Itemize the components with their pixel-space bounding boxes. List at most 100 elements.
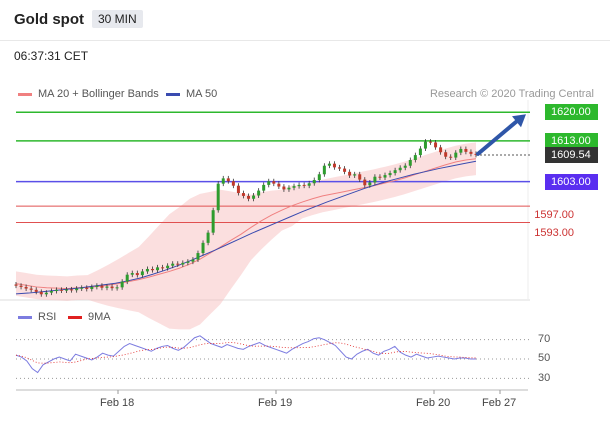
rsi-level-30: 30 xyxy=(538,372,551,384)
candle-body xyxy=(353,174,357,176)
chart-canvas[interactable] xyxy=(0,0,610,425)
x-tick-feb18: Feb 18 xyxy=(100,397,135,409)
candle-body xyxy=(403,165,407,168)
candle-body xyxy=(54,289,58,292)
candle-body xyxy=(444,152,448,157)
candle-body xyxy=(171,263,175,266)
candle-body xyxy=(181,262,185,265)
candle-body xyxy=(211,210,215,233)
candle-body xyxy=(343,168,347,172)
candle-body xyxy=(49,291,53,293)
candle-body xyxy=(277,183,281,187)
candle-body xyxy=(363,179,367,186)
rsi-line xyxy=(15,335,476,374)
candle-body xyxy=(80,287,84,289)
candle-body xyxy=(459,148,463,153)
candle-body xyxy=(383,175,387,178)
legend-9ma-swatch xyxy=(68,315,82,319)
candle-body xyxy=(201,242,205,254)
candle-body xyxy=(90,286,94,289)
candle-body xyxy=(267,181,271,185)
candle-body xyxy=(358,174,362,180)
candle-body xyxy=(429,141,433,143)
candle-body xyxy=(348,171,352,176)
candle-body xyxy=(216,183,220,211)
candle-body xyxy=(307,183,311,186)
candle-body xyxy=(226,178,230,182)
candle-body xyxy=(292,186,296,188)
candle-body xyxy=(464,148,468,152)
level-label-1593: 1593.00 xyxy=(534,227,574,239)
candle-body xyxy=(110,286,114,289)
candle-body xyxy=(221,178,225,184)
legend-rsi-swatch xyxy=(18,315,32,319)
candle-body xyxy=(231,181,235,186)
rsi-level-70: 70 xyxy=(538,333,551,345)
candle-body xyxy=(59,289,63,291)
candle-body xyxy=(161,267,165,269)
candle-body xyxy=(120,281,124,288)
candle-body xyxy=(454,152,458,158)
candle-body xyxy=(14,284,18,286)
candle-body xyxy=(373,176,377,183)
candle-body xyxy=(125,274,129,282)
candle-body xyxy=(34,289,38,292)
candle-body xyxy=(338,167,342,169)
candle-body xyxy=(434,142,438,148)
rsi-level-50: 50 xyxy=(538,352,551,364)
legend-rsi-label: RSI xyxy=(38,311,57,323)
candle-body xyxy=(241,193,245,196)
candle-body xyxy=(196,253,200,260)
candle-body xyxy=(19,285,23,287)
candle-body xyxy=(378,176,382,178)
candle-body xyxy=(70,289,74,291)
candle-body xyxy=(24,286,28,289)
rsi-ma9-line xyxy=(15,342,477,364)
forecast-arrow-shaft xyxy=(476,118,520,156)
candle-body xyxy=(191,259,195,262)
candle-body xyxy=(44,292,48,295)
level-label-1597: 1597.00 xyxy=(534,209,574,221)
candle-body xyxy=(449,156,453,158)
candle-body xyxy=(29,288,33,290)
candle-body xyxy=(150,268,154,271)
candle-body xyxy=(39,291,43,295)
candle-body xyxy=(65,289,69,291)
candle-body xyxy=(469,151,473,154)
candle-body xyxy=(186,261,190,263)
candle-body xyxy=(206,232,210,243)
candle-body xyxy=(145,268,149,272)
candle-body xyxy=(75,288,79,291)
candle-body xyxy=(408,160,412,166)
candle-body xyxy=(418,148,422,156)
candle-body xyxy=(105,286,109,288)
candle-body xyxy=(368,182,372,186)
candle-body xyxy=(176,263,180,265)
candle-body xyxy=(312,180,316,184)
candle-body xyxy=(398,167,402,171)
candle-body xyxy=(156,267,160,271)
last-price-label: 1609.54 xyxy=(545,146,598,163)
candle-body xyxy=(332,163,336,168)
candle-body xyxy=(236,185,240,194)
candle-body xyxy=(140,271,144,276)
level-label-1620: 1620.00 xyxy=(545,104,598,121)
legend-9ma-label: 9MA xyxy=(88,311,111,323)
candle-body xyxy=(423,141,427,149)
candle-body xyxy=(247,195,251,199)
legend-rsi: RSI xyxy=(18,311,56,323)
candle-body xyxy=(302,184,306,186)
candle-body xyxy=(166,265,170,269)
candle-body xyxy=(262,184,266,191)
candle-body xyxy=(327,163,331,166)
x-tick-feb27: Feb 27 xyxy=(482,397,517,409)
candle-body xyxy=(287,187,291,190)
candle-body xyxy=(388,173,392,176)
x-tick-feb19: Feb 19 xyxy=(258,397,293,409)
candle-body xyxy=(282,186,286,190)
candle-body xyxy=(439,147,443,153)
candle-body xyxy=(322,165,326,175)
candle-body xyxy=(85,287,89,289)
candle-body xyxy=(115,287,119,289)
candle-body xyxy=(135,273,139,276)
